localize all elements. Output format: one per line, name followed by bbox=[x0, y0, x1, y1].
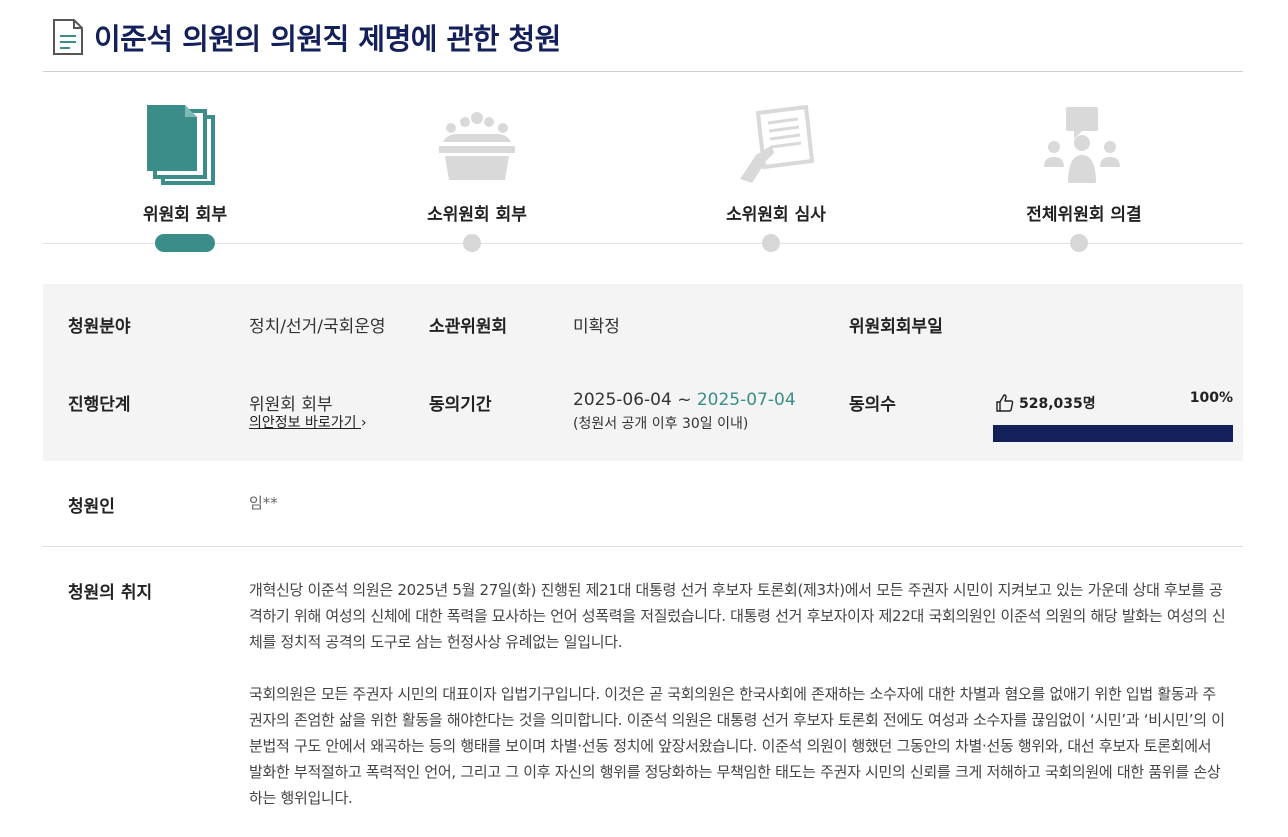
stage-indicator-active bbox=[155, 234, 215, 252]
stage-committee-referral bbox=[85, 100, 285, 190]
stage-indicator bbox=[1070, 234, 1088, 252]
divider bbox=[43, 71, 1243, 72]
agree-count: 528,035명 bbox=[995, 393, 1096, 413]
stage-indicator bbox=[463, 234, 481, 252]
field-value: 정치/선거/국회운영 bbox=[249, 317, 386, 337]
period-label: 동의기간 bbox=[429, 395, 492, 415]
purpose-paragraph: 국회의원은 모든 주권자 시민의 대표이자 입법기구입니다. 이것은 곧 국회의… bbox=[249, 685, 1225, 807]
stage-label-committee-referral: 위원회 회부 bbox=[142, 205, 228, 225]
meeting-icon bbox=[439, 112, 515, 180]
agree-progress-bar bbox=[993, 425, 1233, 442]
agree-progress-fill bbox=[993, 425, 1233, 442]
period-range: 2025-06-04 ~ 2025-07-04 bbox=[573, 390, 796, 410]
purpose-paragraph: 개혁신당 이준석 의원은 2025년 5월 27일(화) 진행된 제21대 대통… bbox=[249, 581, 1226, 651]
divider bbox=[43, 546, 1243, 547]
stage-indicator bbox=[762, 234, 780, 252]
period-note: (청원서 공개 이후 30일 이내) bbox=[573, 416, 749, 432]
documents-icon bbox=[147, 105, 215, 185]
purpose-body: 개혁신당 이준석 의원은 2025년 5월 27일(화) 진행된 제21대 대통… bbox=[249, 577, 1229, 837]
petitioner-label: 청원인 bbox=[68, 497, 115, 517]
agree-label: 동의수 bbox=[849, 395, 896, 415]
committee-label: 소관위원회 bbox=[429, 317, 508, 337]
bill-info-link-text: 의안정보 바로가기 bbox=[249, 415, 357, 431]
page-header: 이준석 의원의 의원직 제명에 관한 청원 bbox=[52, 16, 561, 58]
stage-subcommittee-referral bbox=[377, 100, 577, 190]
referral-date-label: 위원회회부일 bbox=[849, 317, 943, 337]
chevron-right-icon: › bbox=[360, 415, 367, 431]
page-title: 이준석 의원의 의원직 제명에 관한 청원 bbox=[94, 22, 561, 56]
petitioner-value: 임** bbox=[249, 494, 278, 512]
stage-rail bbox=[43, 243, 1243, 244]
stage-label: 진행단계 bbox=[68, 395, 131, 415]
review-document-icon bbox=[740, 105, 815, 183]
discussion-icon bbox=[1044, 107, 1120, 183]
stage-label-subcommittee-review: 소위원회 심사 bbox=[726, 205, 826, 225]
period-start: 2025-06-04 ~ bbox=[573, 390, 697, 410]
agree-percent: 100% bbox=[1189, 390, 1233, 406]
field-label: 청원분야 bbox=[68, 317, 131, 337]
purpose-label: 청원의 취지 bbox=[68, 583, 153, 603]
stage-plenary-vote bbox=[984, 100, 1184, 190]
stage-label-plenary-vote: 전체위원회 의결 bbox=[1026, 205, 1142, 225]
committee-value: 미확정 bbox=[573, 317, 620, 337]
document-icon bbox=[53, 19, 83, 55]
period-end: 2025-07-04 bbox=[696, 390, 796, 410]
stage-subcommittee-review bbox=[676, 100, 876, 190]
stage-label-subcommittee-referral: 소위원회 회부 bbox=[427, 205, 527, 225]
bill-info-link[interactable]: 의안정보 바로가기 › bbox=[249, 412, 367, 432]
thumbs-up-icon bbox=[996, 394, 1014, 412]
agree-count-value: 528,035명 bbox=[1019, 396, 1096, 412]
